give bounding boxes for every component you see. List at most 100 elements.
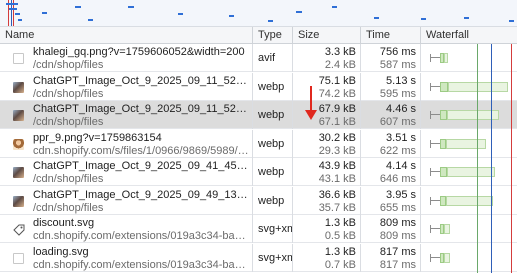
- name-cell[interactable]: ChatGPT_Image_Oct_9_2025_09_49_13_PM.web…: [0, 186, 253, 215]
- person-thumbnail-icon: [13, 138, 24, 150]
- table-row[interactable]: ChatGPT_Image_Oct_9_2025_09_11_52_PM_1_1…: [0, 72, 517, 101]
- waterfall-queue-tick: [430, 253, 431, 262]
- tag-icon: [13, 224, 25, 236]
- request-name: ChatGPT_Image_Oct_9_2025_09_11_52_PM_1_1…: [33, 103, 251, 115]
- name-cell[interactable]: ChatGPT_Image_Oct_9_2025_09_11_52_PM_1_1…: [0, 72, 253, 101]
- waterfall-download: [444, 224, 450, 234]
- column-header-row: Name Type Size Time Waterfall: [0, 27, 517, 44]
- request-type: svg+xml: [258, 251, 292, 264]
- request-path: /cdn/shop/files: [33, 173, 104, 185]
- time-latency: 809 ms: [379, 230, 416, 242]
- waterfall-cell[interactable]: [421, 187, 517, 215]
- overview-lane: [421, 18, 426, 20]
- name-cell[interactable]: ppr_9.png?v=1759863154 cdn.shopify.com/s/…: [0, 129, 253, 158]
- request-path: /cdn/shop/files: [33, 116, 104, 128]
- overview-timeline[interactable]: [0, 0, 517, 27]
- column-header-type[interactable]: Type: [253, 27, 293, 44]
- overview-lane: [464, 17, 469, 19]
- table-row[interactable]: ChatGPT_Image_Oct_9_2025_09_49_13_PM.web…: [0, 186, 517, 215]
- type-cell: webp: [253, 101, 293, 129]
- size-transferred: 67.9 kB: [318, 103, 356, 115]
- waterfall-cell[interactable]: [421, 73, 517, 101]
- waterfall-domcontentloaded-line: [477, 44, 478, 273]
- column-header-time[interactable]: Time: [361, 27, 421, 44]
- table-row[interactable]: ChatGPT_Image_Oct_9_2025_09_41_45_PM.web…: [0, 158, 517, 186]
- waterfall-cell[interactable]: [421, 215, 517, 243]
- waterfall-queue-tick: [430, 54, 431, 62]
- waterfall-queue-line: [430, 199, 440, 201]
- overview-lane: [332, 6, 337, 8]
- request-name: ChatGPT_Image_Oct_9_2025_09_41_45_PM.web…: [33, 160, 251, 172]
- waterfall-queue-line: [430, 85, 440, 87]
- request-name: discount.svg: [33, 217, 95, 229]
- size-transferred: 43.9 kB: [318, 160, 356, 172]
- time-latency: 587 ms: [379, 59, 416, 71]
- waterfall-queue-line: [430, 57, 440, 58]
- request-type: webp: [258, 137, 285, 150]
- time-total: 756 ms: [379, 46, 416, 58]
- request-type: svg+xml: [258, 223, 292, 235]
- request-name: ChatGPT_Image_Oct_9_2025_09_49_13_PM.web…: [33, 188, 251, 201]
- size-transferred: 1.3 kB: [324, 217, 356, 229]
- request-path: cdn.shopify.com/s/files/1/0966/9869/5989…: [33, 144, 251, 157]
- time-latency: 607 ms: [379, 116, 416, 128]
- waterfall-cell[interactable]: [421, 101, 517, 129]
- time-total: 4.14 s: [386, 160, 416, 172]
- waterfall-download: [447, 167, 495, 177]
- waterfall-download: [448, 81, 508, 92]
- size-cell: 67.9 kB 67.1 kB: [293, 101, 361, 129]
- overview-lane: [9, 8, 17, 10]
- size-cell: 75.1 kB 74.2 kB: [293, 72, 361, 101]
- time-total: 817 ms: [379, 245, 416, 258]
- column-header-name[interactable]: Name: [0, 27, 253, 44]
- overview-lane: [6, 3, 18, 5]
- type-cell: webp: [253, 129, 293, 158]
- size-resource: 0.5 kB: [324, 230, 356, 242]
- time-cell: 3.95 s 655 ms: [361, 186, 421, 215]
- size-resource: 29.3 kB: [318, 144, 356, 157]
- waterfall-cell[interactable]: [421, 244, 517, 272]
- name-cell[interactable]: loading.svg cdn.shopify.com/extensions/01…: [0, 243, 253, 272]
- waterfall-queue-line: [430, 114, 440, 115]
- waterfall-queue-line: [430, 228, 440, 229]
- overview-lane: [268, 20, 273, 22]
- table-row[interactable]: loading.svg cdn.shopify.com/extensions/01…: [0, 243, 517, 272]
- name-cell[interactable]: discount.svg cdn.shopify.com/extensions/0…: [0, 215, 253, 243]
- overview-lane: [42, 12, 47, 14]
- request-path: cdn.shopify.com/extensions/019a3c34-bad3…: [33, 258, 251, 271]
- table-row[interactable]: khalegi_gq.png?v=1759606052&width=200/cd…: [0, 44, 517, 72]
- waterfall-queue-line: [430, 256, 440, 258]
- column-header-size[interactable]: Size: [293, 27, 361, 44]
- request-type: webp: [258, 194, 285, 207]
- image-thumbnail-icon: [13, 167, 24, 178]
- overview-lane: [229, 15, 234, 17]
- size-resource: 35.7 kB: [318, 201, 356, 214]
- waterfall-cell[interactable]: [421, 130, 517, 158]
- waterfall-queue-tick: [430, 168, 431, 176]
- overview-lane: [178, 13, 183, 15]
- request-path: /cdn/shop/files: [33, 59, 104, 71]
- size-resource: 74.2 kB: [318, 87, 356, 100]
- waterfall-queue-tick: [430, 82, 431, 91]
- column-header-waterfall[interactable]: Waterfall: [421, 27, 517, 44]
- name-cell[interactable]: khalegi_gq.png?v=1759606052&width=200/cd…: [0, 44, 253, 72]
- table-row[interactable]: ppr_9.png?v=1759863154 cdn.shopify.com/s/…: [0, 129, 517, 158]
- name-cell[interactable]: ChatGPT_Image_Oct_9_2025_09_11_52_PM_1_1…: [0, 101, 253, 129]
- name-cell[interactable]: ChatGPT_Image_Oct_9_2025_09_41_45_PM.web…: [0, 158, 253, 186]
- table-row[interactable]: ChatGPT_Image_Oct_9_2025_09_11_52_PM_1_1…: [0, 101, 517, 129]
- image-thumbnail-icon: [13, 81, 24, 93]
- time-cell: 4.46 s 607 ms: [361, 101, 421, 129]
- waterfall-cell[interactable]: [421, 158, 517, 186]
- table-row[interactable]: discount.svg cdn.shopify.com/extensions/0…: [0, 215, 517, 243]
- time-latency: 817 ms: [379, 258, 416, 271]
- type-cell: webp: [253, 72, 293, 101]
- size-transferred: 1.3 kB: [324, 245, 356, 258]
- waterfall-cell[interactable]: [421, 44, 517, 72]
- request-path: /cdn/shop/files: [33, 87, 104, 100]
- time-cell: 756 ms 587 ms: [361, 44, 421, 72]
- size-cell: 43.9 kB 43.1 kB: [293, 158, 361, 186]
- request-type: webp: [258, 80, 285, 93]
- overview-lane: [75, 6, 81, 8]
- time-cell: 4.14 s 646 ms: [361, 158, 421, 186]
- waterfall-waiting: [440, 110, 447, 120]
